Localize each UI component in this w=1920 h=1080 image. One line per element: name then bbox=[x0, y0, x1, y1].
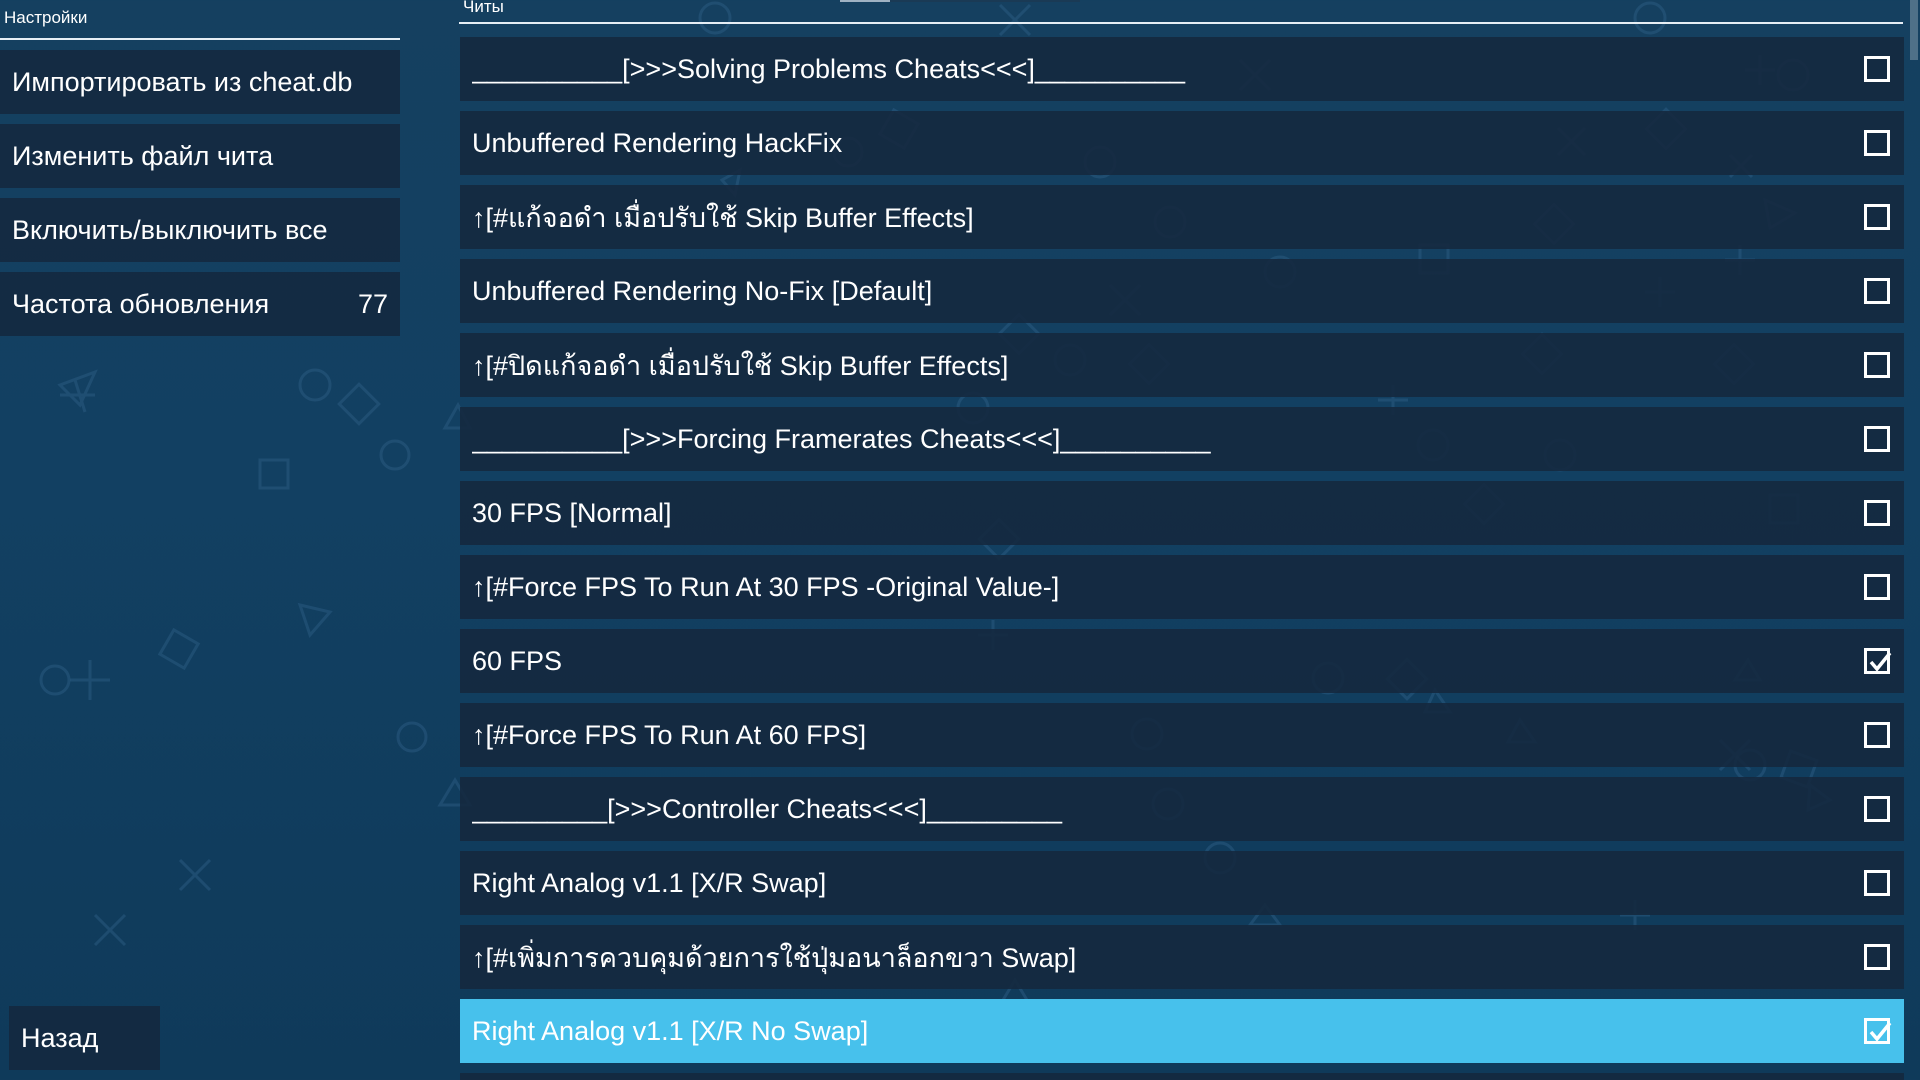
cheat-row[interactable]: ↑[#ปิดแก้จอดำ เมื่อปรับใช้ Skip Buffer E… bbox=[460, 333, 1904, 397]
tab-indicator bbox=[840, 0, 890, 2]
cheat-label: Unbuffered Rendering HackFix bbox=[472, 127, 843, 158]
cheat-label: ↑[#เพิ่มการควบคุมด้วยการใช้ปุ่มอนาล็อกขว… bbox=[472, 942, 1077, 973]
checkbox-empty-icon[interactable] bbox=[1864, 870, 1890, 896]
cheat-label: Right Analog v1.1 [X/R No Swap] bbox=[472, 1015, 869, 1046]
cheat-row[interactable]: ↑[#Force FPS To Run At 60 FPS] bbox=[460, 703, 1904, 767]
checkbox-empty-icon[interactable] bbox=[1864, 130, 1890, 156]
menu-item-label: Изменить файл чита bbox=[12, 140, 274, 171]
checkbox-checked-icon[interactable] bbox=[1864, 1018, 1892, 1044]
cheat-row[interactable]: Right Analog v1.1 [X/R Swap] bbox=[460, 851, 1904, 915]
cheat-row[interactable]: Unbuffered Rendering HackFix bbox=[460, 111, 1904, 175]
cheat-row[interactable]: Right Analog v1.1 [X/R No Swap] bbox=[460, 999, 1904, 1063]
cheat-row[interactable]: __________[>>>Solving Problems Cheats<<<… bbox=[460, 37, 1904, 101]
checkbox-empty-icon[interactable] bbox=[1864, 722, 1890, 748]
cheat-row[interactable]: __________[>>>Forcing Framerates Cheats<… bbox=[460, 407, 1904, 471]
cheat-row[interactable]: ↑[#Force FPS To Run At 30 FPS -Original … bbox=[460, 555, 1904, 619]
cheat-label: 60 FPS bbox=[472, 645, 563, 676]
cheat-label: ↑[#ปิดแก้จอดำ เมื่อปรับใช้ Skip Buffer E… bbox=[472, 350, 1009, 381]
checkbox-empty-icon[interactable] bbox=[1864, 56, 1890, 82]
checkbox-empty-icon[interactable] bbox=[1864, 352, 1890, 378]
refresh-rate-setting[interactable]: Частота обновления 77 bbox=[0, 272, 400, 336]
checkbox-empty-icon[interactable] bbox=[1864, 944, 1890, 970]
cheats-panel-title: Читы bbox=[463, 0, 504, 16]
refresh-rate-value: 77 bbox=[357, 288, 388, 319]
checkbox-checked-icon[interactable] bbox=[1864, 648, 1892, 674]
cheat-label: Right Analog v1.1 [X/R Swap] bbox=[472, 867, 827, 898]
scrollbar[interactable] bbox=[1910, 0, 1918, 60]
checkbox-empty-icon[interactable] bbox=[1864, 796, 1890, 822]
cheat-label: __________[>>>Forcing Framerates Cheats<… bbox=[472, 423, 1211, 454]
cheat-row[interactable]: 60 FPS bbox=[460, 629, 1904, 693]
import-cheat-db-button[interactable]: Импортировать из cheat.db bbox=[0, 50, 400, 114]
checkbox-empty-icon[interactable] bbox=[1864, 278, 1890, 304]
back-button[interactable]: Назад bbox=[9, 1006, 160, 1070]
toggle-all-button[interactable]: Включить/выключить все bbox=[0, 198, 400, 262]
cheat-row[interactable]: ↑[#เพิ่มการควบคุมด้วยการใช้ปุ่มอนาล็อกขว… bbox=[460, 925, 1904, 989]
checkbox-empty-icon[interactable] bbox=[1864, 426, 1890, 452]
menu-item-label: Включить/выключить все bbox=[12, 214, 328, 245]
cheat-label: __________[>>>Solving Problems Cheats<<<… bbox=[472, 53, 1186, 84]
cheat-label: ↑[#Force FPS To Run At 30 FPS -Original … bbox=[472, 571, 1060, 602]
back-button-label: Назад bbox=[21, 1022, 99, 1053]
cheat-label: Unbuffered Rendering No-Fix [Default] bbox=[472, 275, 933, 306]
settings-divider bbox=[0, 38, 400, 40]
checkbox-empty-icon[interactable] bbox=[1864, 204, 1890, 230]
checkbox-empty-icon[interactable] bbox=[1864, 500, 1890, 526]
cheat-label: 30 FPS [Normal] bbox=[472, 497, 672, 528]
checkbox-empty-icon[interactable] bbox=[1864, 574, 1890, 600]
cheat-row[interactable]: _________[>>>Controller Cheats<<<]______… bbox=[460, 777, 1904, 841]
tab-indicator-track bbox=[890, 0, 1080, 2]
cheat-label: ↑[#Force FPS To Run At 60 FPS] bbox=[472, 719, 867, 750]
cheat-label: _________[>>>Controller Cheats<<<]______… bbox=[472, 793, 1062, 824]
cheat-row-partial[interactable] bbox=[460, 1073, 1904, 1080]
cheats-divider bbox=[459, 22, 1903, 24]
edit-cheat-file-button[interactable]: Изменить файл чита bbox=[0, 124, 400, 188]
cheat-row[interactable]: Unbuffered Rendering No-Fix [Default] bbox=[460, 259, 1904, 323]
cheat-row[interactable]: 30 FPS [Normal] bbox=[460, 481, 1904, 545]
cheat-row[interactable]: ↑[#แก้จอดำ เมื่อปรับใช้ Skip Buffer Effe… bbox=[460, 185, 1904, 249]
menu-item-label: Частота обновления bbox=[12, 288, 270, 319]
cheat-label: ↑[#แก้จอดำ เมื่อปรับใช้ Skip Buffer Effe… bbox=[472, 202, 974, 233]
settings-panel-title: Настройки bbox=[4, 8, 88, 27]
menu-item-label: Импортировать из cheat.db bbox=[12, 66, 353, 97]
